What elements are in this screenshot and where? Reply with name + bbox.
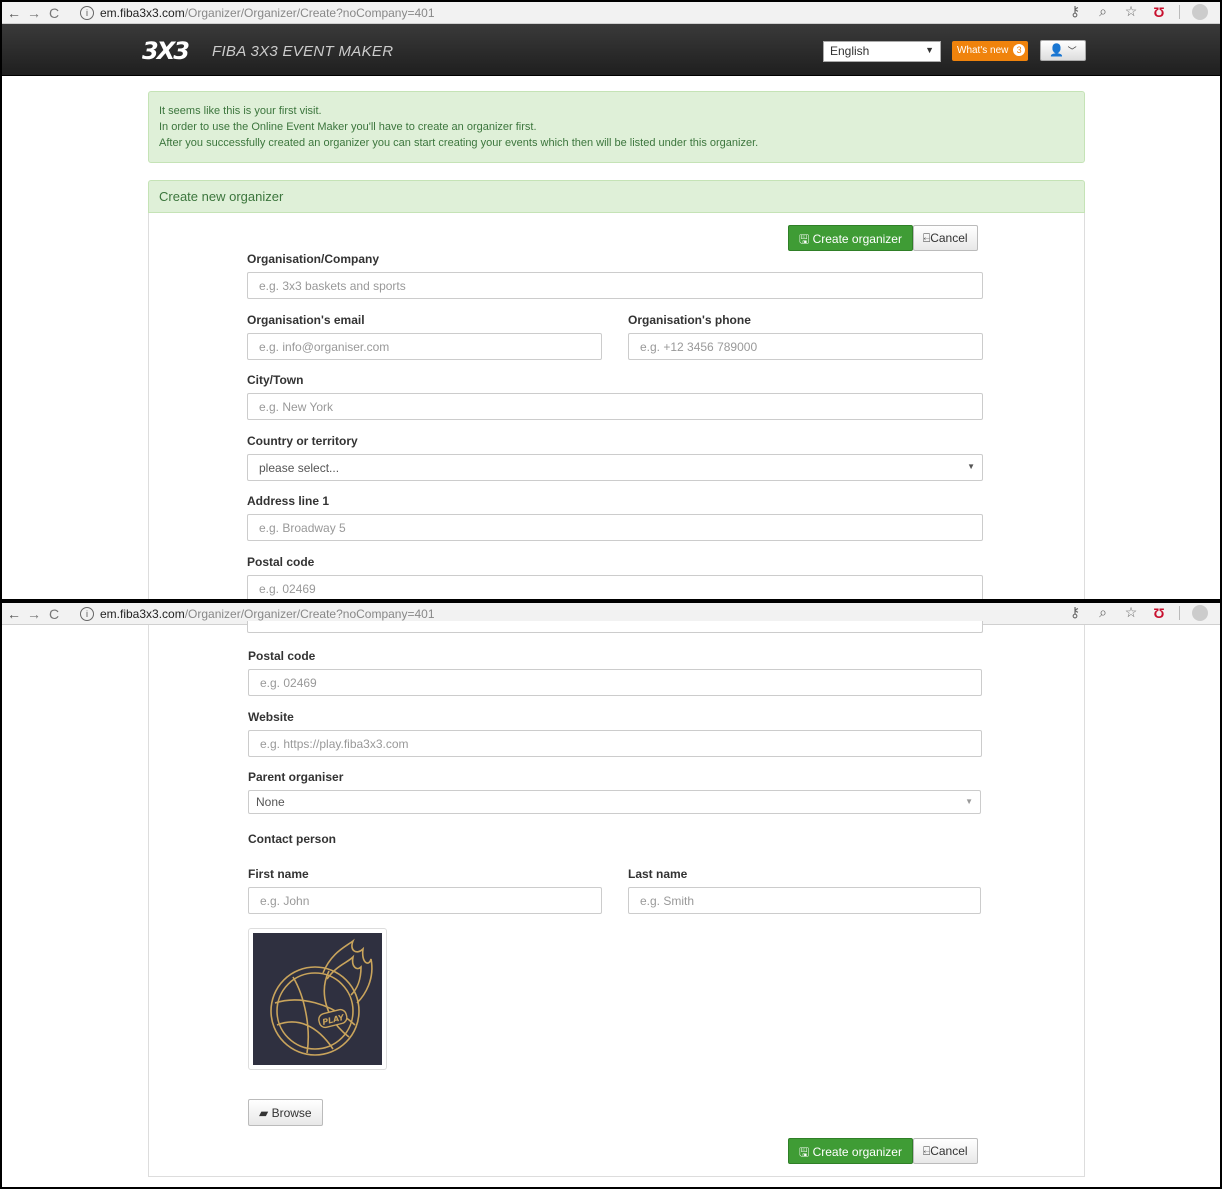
address-input-partial: [247, 621, 983, 633]
shield-extension-icon[interactable]: Ʊ: [1151, 605, 1167, 621]
postal-label: Postal code: [247, 555, 315, 569]
basketball-fire-logo-icon: PLAY: [253, 933, 382, 1065]
back-arrow-icon[interactable]: ←: [4, 5, 24, 21]
reload-icon[interactable]: C: [44, 5, 64, 21]
whats-new-label: What's new: [957, 45, 1009, 56]
star-icon[interactable]: ☆: [1123, 604, 1139, 621]
user-menu-button[interactable]: 👤 ﹀: [1040, 40, 1086, 61]
shield-extension-icon[interactable]: Ʊ: [1151, 4, 1167, 20]
address-bar[interactable]: em.fiba3x3.com/Organizer/Organizer/Creat…: [100, 607, 435, 621]
alert-line-1: It seems like this is your first visit.: [159, 105, 322, 117]
url-host: em.fiba3x3.com: [100, 5, 185, 20]
country-select[interactable]: please select... ▼: [247, 454, 983, 481]
url-path: /Organizer/Organizer/Create?noCompany=40…: [184, 606, 435, 621]
organisation-label: Organisation/Company: [247, 252, 380, 266]
first-name-label: First name: [248, 867, 309, 881]
zoom-icon[interactable]: ⌕: [1095, 3, 1111, 20]
back-arrow-icon[interactable]: ←: [4, 606, 24, 622]
create-organizer-label: Create organizer: [812, 1145, 902, 1159]
dropdown-arrow-icon: ▼: [925, 45, 934, 55]
forward-arrow-icon[interactable]: →: [24, 606, 44, 622]
first-name-input[interactable]: [248, 887, 602, 914]
browser-toolbar: ← → C i em.fiba3x3.com/Organizer/Organiz…: [2, 2, 1220, 24]
address-bar[interactable]: em.fiba3x3.com/Organizer/Organizer/Creat…: [100, 6, 435, 20]
city-label: City/Town: [247, 373, 304, 387]
website-input[interactable]: [248, 730, 982, 757]
email-label: Organisation's email: [247, 313, 365, 327]
caret-down-icon: ▼: [965, 797, 973, 806]
parent-organiser-value: None: [256, 795, 285, 809]
parent-organiser-select[interactable]: None ▼: [248, 790, 981, 814]
panel-title: Create new organizer: [148, 180, 1085, 213]
forward-arrow-icon[interactable]: →: [24, 5, 44, 21]
last-name-input[interactable]: [628, 887, 981, 914]
browse-label: Browse: [271, 1105, 312, 1120]
language-select[interactable]: English ▼: [823, 41, 941, 62]
user-icon: 👤: [1049, 43, 1065, 57]
app-brand-title: FIBA 3X3 EVENT MAKER: [212, 43, 394, 60]
url-host: em.fiba3x3.com: [100, 606, 185, 621]
postal-label: Postal code: [248, 649, 316, 663]
language-value: English: [830, 44, 870, 58]
last-name-label: Last name: [628, 867, 688, 881]
first-visit-alert: It seems like this is your first visit. …: [148, 91, 1085, 163]
phone-input[interactable]: [628, 333, 983, 360]
whats-new-button[interactable]: What's new 3: [952, 41, 1028, 61]
save-icon: 🖫: [799, 1145, 810, 1159]
website-label: Website: [248, 710, 294, 724]
url-path: /Organizer/Organizer/Create?noCompany=40…: [184, 5, 435, 20]
alert-line-2: In order to use the Online Event Maker y…: [159, 121, 537, 133]
cancel-label: Cancel: [930, 1143, 968, 1158]
key-icon[interactable]: ⚷: [1067, 3, 1083, 20]
contact-person-heading: Contact person: [248, 832, 337, 846]
save-icon: 🖫: [799, 232, 810, 246]
email-input[interactable]: [247, 333, 602, 360]
postal-input[interactable]: [248, 669, 982, 696]
chevron-down-icon: ﹀: [1067, 46, 1077, 56]
profile-avatar-icon[interactable]: [1192, 3, 1208, 20]
browser-window-top: ← → C i em.fiba3x3.com/Organizer/Organiz…: [0, 0, 1222, 601]
parent-organiser-label: Parent organiser: [248, 770, 344, 784]
cancel-button-top[interactable]: ⍇Cancel: [913, 225, 978, 251]
folder-open-icon: ▰: [259, 1105, 269, 1120]
country-value: please select...: [259, 461, 340, 475]
address-input[interactable]: [247, 514, 983, 541]
city-input[interactable]: [247, 393, 983, 420]
create-organizer-label: Create organizer: [812, 232, 902, 246]
country-label: Country or territory: [247, 434, 358, 448]
browse-button[interactable]: ▰ Browse: [248, 1099, 323, 1126]
browser-window-bottom: ← → C i em.fiba3x3.com/Organizer/Organiz…: [0, 601, 1222, 1189]
reload-icon[interactable]: C: [44, 606, 64, 622]
cancel-button-bottom[interactable]: ⍇Cancel: [913, 1138, 978, 1164]
info-icon[interactable]: i: [80, 606, 94, 621]
create-organizer-button-top[interactable]: 🖫 Create organizer: [788, 225, 913, 251]
star-icon[interactable]: ☆: [1123, 3, 1139, 20]
alert-line-3: After you successfully created an organi…: [159, 137, 759, 149]
app-navbar: 3X3 FIBA 3X3 EVENT MAKER English ▼ What'…: [2, 24, 1220, 76]
profile-avatar-icon[interactable]: [1192, 604, 1208, 621]
postal-input[interactable]: [247, 575, 983, 599]
toolbar-divider: [1179, 605, 1180, 620]
cancel-label: Cancel: [930, 230, 968, 245]
fiba-3x3-logo[interactable]: 3X3: [142, 37, 190, 65]
zoom-icon[interactable]: ⌕: [1095, 604, 1111, 621]
phone-label: Organisation's phone: [628, 313, 751, 327]
whats-new-count-badge: 3: [1013, 44, 1026, 56]
caret-down-icon: ▼: [967, 462, 975, 471]
organizer-logo-thumbnail: PLAY: [248, 928, 387, 1070]
info-icon[interactable]: i: [80, 5, 94, 20]
key-icon[interactable]: ⚷: [1067, 604, 1083, 621]
toolbar-divider: [1179, 4, 1180, 19]
organisation-input[interactable]: [247, 272, 983, 299]
address-label: Address line 1: [247, 494, 330, 508]
create-organizer-button-bottom[interactable]: 🖫 Create organizer: [788, 1138, 913, 1164]
